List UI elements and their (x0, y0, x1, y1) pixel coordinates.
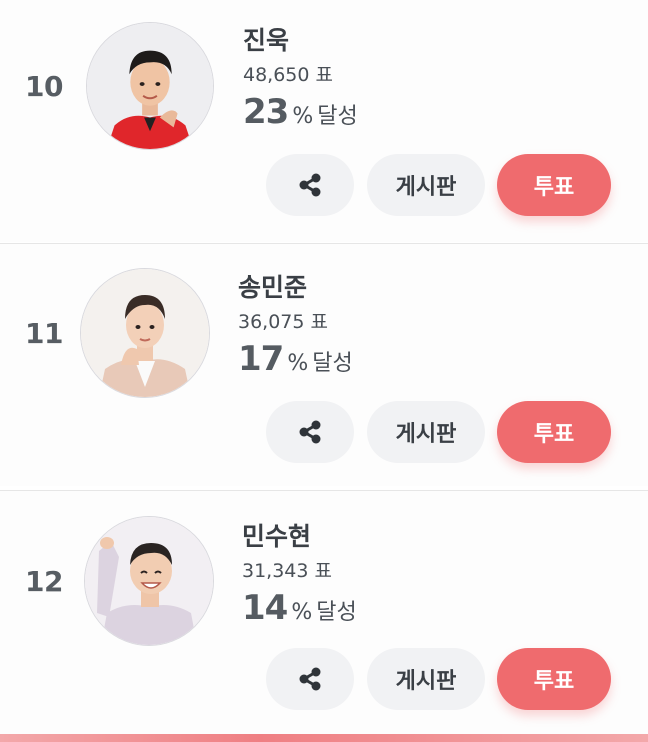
avatar-photo (85, 517, 213, 645)
avatar-photo (87, 23, 213, 149)
avatar (86, 22, 214, 150)
achievement-rate: 23% 달성 (243, 92, 358, 138)
ranking-list: 10 진욱 48,650 표 23% 달성 게시판 투표 11 송민준 36,0… (0, 0, 648, 742)
rank-number: 12 (25, 565, 63, 598)
vote-count: 36,075 표 (238, 311, 329, 333)
achievement-percent: 23 (243, 92, 289, 132)
percent-unit: % (292, 104, 314, 129)
percent-unit: % (291, 600, 313, 625)
board-button[interactable]: 게시판 (367, 648, 485, 710)
achievement-percent: 14 (242, 588, 288, 628)
board-button[interactable]: 게시판 (367, 401, 485, 463)
share-icon (299, 667, 321, 691)
candidate-name: 진욱 (243, 26, 290, 55)
candidate-info: 송민준 36,075 표 17% 달성 (238, 273, 353, 385)
avatar-photo (81, 269, 209, 397)
share-icon (299, 173, 321, 197)
share-icon (299, 420, 321, 444)
percent-unit: % (287, 351, 309, 376)
achievement-rate: 14% 달성 (242, 588, 357, 634)
avatar (84, 516, 214, 646)
share-button[interactable] (266, 401, 354, 463)
avatar (80, 268, 210, 398)
vote-count: 48,650 표 (243, 64, 334, 86)
vote-count: 31,343 표 (242, 560, 333, 582)
candidate-name: 송민준 (238, 273, 308, 302)
candidate-name: 민수현 (242, 522, 312, 551)
share-button[interactable] (266, 648, 354, 710)
achievement-label: 달성 (316, 600, 357, 625)
candidate-info: 진욱 48,650 표 23% 달성 (243, 26, 358, 138)
achievement-rate: 17% 달성 (238, 339, 353, 385)
ranking-entry: 12 민수현 31,343 표 14% 달성 게시판 투표 (0, 490, 648, 735)
ranking-entry: 11 송민준 36,075 표 17% 달성 게시판 투표 (0, 243, 648, 486)
vote-button[interactable]: 투표 (497, 401, 611, 463)
board-button[interactable]: 게시판 (367, 154, 485, 216)
rank-number: 11 (25, 317, 63, 350)
achievement-label: 달성 (312, 351, 353, 376)
rank-number: 10 (25, 70, 63, 103)
achievement-percent: 17 (238, 339, 284, 379)
candidate-info: 민수현 31,343 표 14% 달성 (242, 522, 357, 634)
share-button[interactable] (266, 154, 354, 216)
bottom-banner-edge (0, 734, 648, 742)
achievement-label: 달성 (317, 104, 358, 129)
vote-button[interactable]: 투표 (497, 648, 611, 710)
ranking-entry: 10 진욱 48,650 표 23% 달성 게시판 투표 (0, 0, 648, 242)
vote-button[interactable]: 투표 (497, 154, 611, 216)
